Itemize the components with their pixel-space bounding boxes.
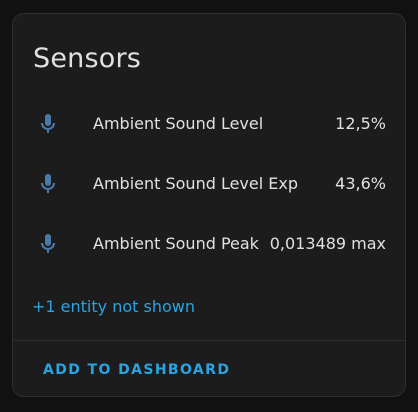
entity-state: 0,013489 max xyxy=(269,234,386,253)
sensors-card: Sensors Ambient Sound Level 12,5% Ambien… xyxy=(12,13,406,397)
add-to-dashboard-button[interactable]: ADD TO DASHBOARD xyxy=(33,356,240,384)
more-entities-link[interactable]: +1 entity not shown xyxy=(32,296,195,318)
entity-state: 12,5% xyxy=(335,114,386,133)
microphone-icon xyxy=(36,112,60,136)
card-actions-divider xyxy=(13,340,405,341)
microphone-icon xyxy=(36,232,60,256)
entity-name: Ambient Sound Level Exp xyxy=(93,174,298,193)
entity-name: Ambient Sound Peak xyxy=(93,234,259,253)
entity-row-ambient-sound-peak[interactable]: Ambient Sound Peak 0,013489 max xyxy=(13,220,405,268)
entity-name: Ambient Sound Level xyxy=(93,114,264,133)
card-title: Sensors xyxy=(33,43,142,74)
microphone-icon xyxy=(36,172,60,196)
entity-row-ambient-sound-level[interactable]: Ambient Sound Level 12,5% xyxy=(13,100,405,148)
entity-state: 43,6% xyxy=(335,174,386,193)
entity-row-ambient-sound-level-exp[interactable]: Ambient Sound Level Exp 43,6% xyxy=(13,160,405,208)
